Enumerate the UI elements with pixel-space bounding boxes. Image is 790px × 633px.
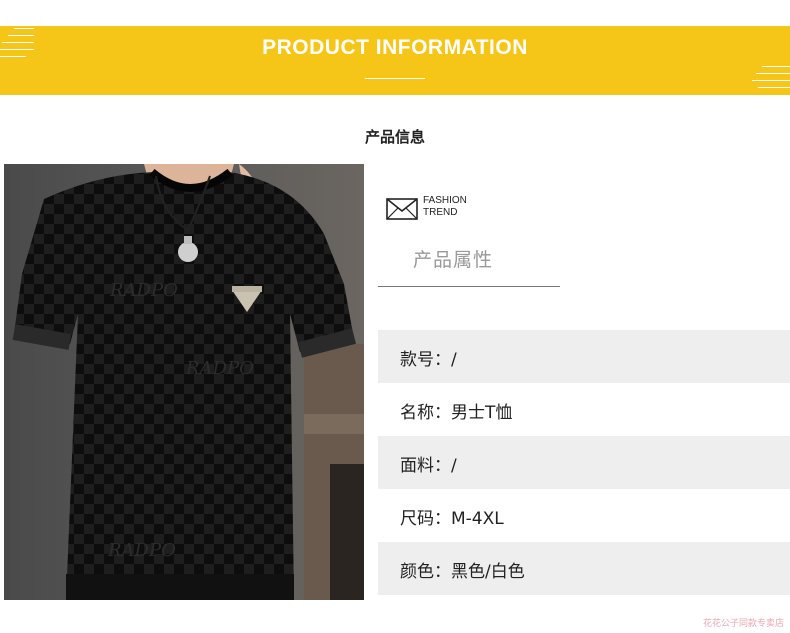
attribute-text: 名称：男士T恤	[400, 403, 513, 423]
attribute-text: 面料：/	[400, 456, 457, 476]
attribute-row-size: 尺码：M-4XL	[378, 489, 790, 542]
fashion-trend-label: FASHION TREND	[423, 195, 467, 219]
shirt-print-text: RADPO	[109, 280, 178, 301]
header-banner: PRODUCT INFORMATION	[0, 26, 790, 95]
svg-text:RADPO: RADPO	[107, 540, 176, 561]
fashion-line-2: TREND	[423, 207, 458, 218]
store-watermark: 花花公子同款专卖店	[702, 619, 784, 629]
attribute-text: 尺码：M-4XL	[400, 509, 504, 529]
attributes-header: FASHION TREND 产品属性	[378, 190, 560, 288]
attribute-text: 款号：/	[400, 350, 457, 370]
product-photo: RADPO RADPO RADPO	[4, 164, 364, 600]
svg-text:RADPO: RADPO	[185, 358, 254, 379]
attributes-title: 产品属性	[413, 249, 494, 271]
attribute-text: 颜色：黑色/白色	[400, 562, 525, 582]
attribute-row-name: 名称：男士T恤	[378, 383, 790, 436]
tshirt-photo: RADPO RADPO RADPO	[4, 164, 364, 600]
envelope-icon	[386, 198, 418, 220]
attribute-row-style-number: 款号：/	[378, 330, 790, 383]
banner-underline	[365, 78, 425, 79]
section-subtitle: 产品信息	[364, 128, 425, 146]
banner-title: PRODUCT INFORMATION	[262, 36, 528, 59]
attribute-row-color: 颜色：黑色/白色	[378, 542, 790, 595]
fashion-line-1: FASHION	[423, 195, 467, 206]
attribute-row-fabric: 面料：/	[378, 436, 790, 489]
banner-stripes-right	[752, 62, 790, 95]
attributes-divider	[378, 286, 560, 287]
